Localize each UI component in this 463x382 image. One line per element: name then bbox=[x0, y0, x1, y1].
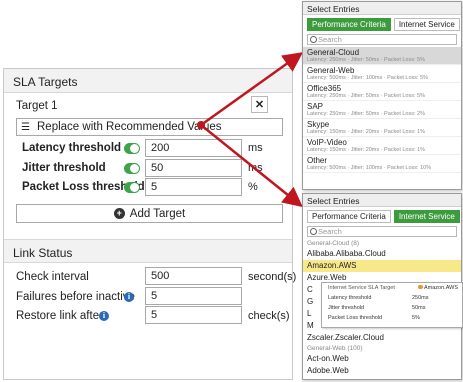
search-icon bbox=[310, 36, 317, 43]
list-item[interactable]: Other Latency: 500ms · Jitter: 100ms · P… bbox=[303, 155, 461, 173]
list-item[interactable]: General-Web Latency: 500ms · Jitter: 100… bbox=[303, 65, 461, 83]
tooltip-packet-loss-label: Packet Loss threshold bbox=[328, 315, 383, 321]
list-item[interactable]: Adobe.Web bbox=[303, 365, 461, 377]
entry-desc: Latency: 500ms · Jitter: 100ms · Packet … bbox=[307, 75, 429, 81]
cloud-icon bbox=[418, 285, 423, 289]
tooltip-service-name: Amazon.AWS bbox=[424, 285, 459, 291]
entry-desc: Latency: 250ms · Jitter: 50ms · Packet L… bbox=[307, 111, 425, 117]
arrow-to-performance bbox=[200, 52, 304, 127]
list-item[interactable]: Skype Latency: 150ms · Jitter: 20ms · Pa… bbox=[303, 119, 461, 137]
search-placeholder: Search bbox=[318, 35, 342, 44]
entry-desc: Latency: 250ms · Jitter: 50ms · Packet L… bbox=[307, 93, 425, 99]
tab-performance-criteria[interactable]: Performance Criteria bbox=[307, 210, 391, 223]
search-input[interactable]: Search bbox=[307, 34, 457, 45]
entry-name: Office365 bbox=[307, 84, 342, 93]
tooltip-service: Amazon.AWS bbox=[418, 285, 458, 291]
tooltip-latency-value: 250ms bbox=[412, 295, 429, 301]
group-header: General-Cloud (8) bbox=[307, 240, 360, 247]
list-item[interactable]: Alibaba.Alibaba.Cloud bbox=[303, 248, 461, 260]
list-item[interactable]: VoIP-Video Latency: 150ms · Jitter: 20ms… bbox=[303, 137, 461, 155]
tab-internet-service[interactable]: Internet Service bbox=[393, 210, 460, 223]
list-item[interactable]: Zscaler.Zscaler.Cloud bbox=[303, 332, 461, 344]
tab-internet-service[interactable]: Internet Service bbox=[393, 18, 460, 31]
popup-title: Select Entries bbox=[303, 194, 461, 207]
arrow-origin-dot bbox=[197, 121, 205, 129]
list-item[interactable]: Office365 Latency: 250ms · Jitter: 50ms … bbox=[303, 83, 461, 101]
entry-name: SAP bbox=[307, 102, 324, 111]
sla-target-tooltip: Internet Service SLA Target Amazon.AWS L… bbox=[321, 282, 463, 328]
entry-name: General-Cloud bbox=[307, 48, 360, 57]
entry-name: VoIP-Video bbox=[307, 138, 347, 147]
tooltip-jitter-label: Jitter threshold bbox=[328, 305, 365, 311]
entry-desc: Latency: 500ms · Jitter: 100ms · Packet … bbox=[307, 165, 432, 171]
tooltip-packet-loss-value: 5% bbox=[412, 315, 420, 321]
entry-name: Other bbox=[307, 156, 328, 165]
search-icon bbox=[310, 228, 317, 235]
entry-desc: Latency: 250ms · Jitter: 50ms · Packet L… bbox=[307, 57, 425, 63]
popup-title: Select Entries bbox=[303, 2, 461, 15]
list-item[interactable]: General-Cloud Latency: 250ms · Jitter: 5… bbox=[303, 47, 461, 65]
list-item[interactable]: Act-on.Web bbox=[303, 353, 461, 365]
entry-desc: Latency: 150ms · Jitter: 20ms · Packet L… bbox=[307, 147, 425, 153]
list-item[interactable]: Amazon.AWS bbox=[303, 260, 461, 272]
search-input[interactable]: Search bbox=[307, 226, 457, 237]
entry-name: Skype bbox=[307, 120, 330, 129]
list-item[interactable]: SAP Latency: 250ms · Jitter: 50ms · Pack… bbox=[303, 101, 461, 119]
tooltip-latency-label: Latency threshold bbox=[328, 295, 372, 301]
tab-performance-criteria[interactable]: Performance Criteria bbox=[307, 18, 391, 31]
tooltip-jitter-value: 50ms bbox=[412, 305, 426, 311]
group-header: General-Web (100) bbox=[307, 345, 363, 352]
entry-name: General-Web bbox=[307, 66, 355, 75]
select-entries-popup-performance: Select Entries Performance Criteria Inte… bbox=[302, 1, 462, 190]
arrow-to-internet-service bbox=[200, 124, 303, 208]
tooltip-title: Internet Service SLA Target bbox=[328, 285, 395, 291]
search-placeholder: Search bbox=[318, 227, 342, 236]
entry-desc: Latency: 150ms · Jitter: 20ms · Packet L… bbox=[307, 129, 425, 135]
